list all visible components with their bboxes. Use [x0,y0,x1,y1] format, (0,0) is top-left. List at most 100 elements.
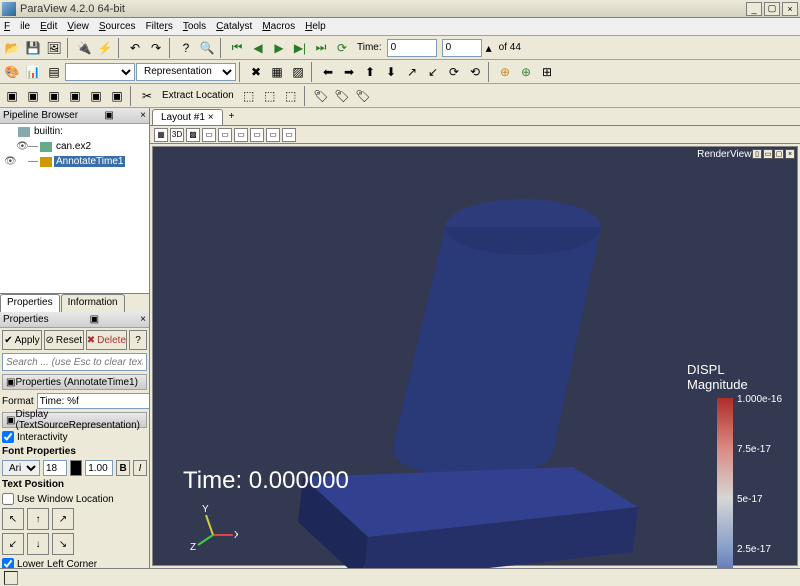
search-input[interactable] [2,353,147,371]
sel1-icon[interactable]: ⬚ [239,86,259,106]
open-icon[interactable]: 📂 [2,38,22,58]
pos-uc-button[interactable]: ↑ [27,508,49,530]
font-size-input[interactable] [43,460,67,476]
help-button[interactable]: ? [129,330,147,350]
pipeline-undock-icon[interactable]: ▣ [104,110,113,121]
color-by-icon[interactable]: 🎨 [2,62,22,82]
camera-plusy-icon[interactable]: ⬆ [360,62,380,82]
connect-icon[interactable]: 🔌 [74,38,94,58]
properties-undock-icon[interactable]: ▣ [90,314,99,325]
tree-item-annotatetime[interactable]: 👁 — AnnotateTime1 [0,154,149,169]
maximize-button[interactable]: ▢ [764,2,780,16]
time-frame-input[interactable] [442,39,482,57]
zoom-to-data-icon[interactable]: ⊕ [516,62,536,82]
reset-button[interactable]: ⊘ Reset [44,330,84,350]
camera-plusz-icon[interactable]: ↗ [402,62,422,82]
vt-sel3-icon[interactable]: ▭ [234,128,248,142]
vcr-next-icon[interactable]: ▶| [290,38,310,58]
vt-sel4-icon[interactable]: ▭ [250,128,264,142]
menu-tools[interactable]: Tools [183,21,206,32]
visibility-icon[interactable]: 👁 [4,156,16,167]
vcr-loop-icon[interactable]: ⟳ [332,38,352,58]
sel3-icon[interactable]: ⬚ [281,86,301,106]
find-data-icon[interactable]: 🔍 [197,38,217,58]
menu-file[interactable]: File [4,21,30,32]
vt-sel2-icon[interactable]: ▭ [218,128,232,142]
rotate-cw-icon[interactable]: ⟳ [444,62,464,82]
menu-view[interactable]: View [67,21,89,32]
tag1-icon[interactable]: 🏷 [311,86,331,106]
filter-cube3-icon[interactable]: ▣ [44,86,64,106]
save-screenshot-icon[interactable]: 🖼 [44,38,64,58]
filter-cube1-icon[interactable]: ▣ [2,86,22,106]
section-display[interactable]: ▣ Display (TextSourceRepresentation) [2,412,147,428]
menu-macros[interactable]: Macros [262,21,295,32]
time-value-input[interactable] [387,39,437,57]
save-icon[interactable]: 💾 [23,38,43,58]
vt-surf-icon[interactable]: ▩ [186,128,200,142]
camera-plusx-icon[interactable]: ⬅ [318,62,338,82]
split-v-icon[interactable]: ▭ [763,149,773,159]
undo-icon[interactable]: ↶ [125,38,145,58]
time-annotation[interactable]: Time: 0.000000 [183,467,349,495]
vcr-first-icon[interactable]: ⏮ [227,38,247,58]
lower-left-checkbox[interactable] [2,558,14,568]
vt-3d-icon[interactable]: 3D [170,128,184,142]
vt-sel5-icon[interactable]: ▭ [266,128,280,142]
vt-sel6-icon[interactable]: ▭ [282,128,296,142]
menu-edit[interactable]: Edit [40,21,57,32]
format-input[interactable] [37,393,149,409]
camera-minusy-icon[interactable]: ⬇ [381,62,401,82]
solid-color-select[interactable] [65,63,135,81]
help-icon[interactable]: ? [176,38,196,58]
filter-cube5-icon[interactable]: ▣ [86,86,106,106]
tab-information[interactable]: Information [61,294,125,312]
tag2-icon[interactable]: 🏷 [332,86,352,106]
tag3-icon[interactable]: 🏷 [353,86,373,106]
extract-location-icon[interactable]: ✂ [137,86,157,106]
rescale-icon[interactable]: 📊 [23,62,43,82]
split-h-icon[interactable]: ▯ [752,149,762,159]
tree-item-can[interactable]: 👁 — can.ex2 [0,139,149,154]
representation-select[interactable]: Representation [136,63,236,81]
layout-add-button[interactable]: + [223,109,241,124]
render-view[interactable]: RenderView1 ▯ ▭ ▢ × Time: 0.000000 [152,146,798,566]
rotate-ccw-icon[interactable]: ⟲ [465,62,485,82]
reset-camera-icon[interactable]: ⊕ [495,62,515,82]
pos-lc-button[interactable]: ↓ [27,533,49,555]
spinner-up-icon[interactable]: ▴ [483,38,495,58]
vt-sel1-icon[interactable]: ▭ [202,128,216,142]
tree-item-builtin[interactable]: builtin: [0,124,149,139]
italic-button[interactable]: I [133,460,147,476]
vcr-last-icon[interactable]: ⏭ [311,38,331,58]
sel2-icon[interactable]: ⬚ [260,86,280,106]
scalar-bar-icon[interactable]: ▤ [44,62,64,82]
delete-button[interactable]: ✖ Delete [86,330,127,350]
pos-ur-button[interactable]: ↗ [52,508,74,530]
pos-ul-button[interactable]: ↖ [2,508,24,530]
interactivity-checkbox[interactable] [2,431,14,443]
disconnect-icon[interactable]: ⚡ [95,38,115,58]
font-family-select[interactable]: Arial [2,460,40,476]
camera-minusx-icon[interactable]: ➡ [339,62,359,82]
font-color-button[interactable] [70,460,82,476]
menu-catalyst[interactable]: Catalyst [216,21,252,32]
redo-icon[interactable]: ↷ [146,38,166,58]
filter-cube2-icon[interactable]: ▣ [23,86,43,106]
axes-x-icon[interactable]: ✖ [246,62,266,82]
vt-grid-icon[interactable]: ▦ [154,128,168,142]
close-button[interactable]: × [782,2,798,16]
tab-properties[interactable]: Properties [0,294,60,312]
menu-filters[interactable]: Filters [146,21,173,32]
camera-minusz-icon[interactable]: ↙ [423,62,443,82]
properties-close-icon[interactable]: × [140,314,146,325]
axes-label-icon[interactable]: ▦ [267,62,287,82]
menu-sources[interactable]: Sources [99,21,136,32]
filter-cube4-icon[interactable]: ▣ [65,86,85,106]
maximize-view-icon[interactable]: ▢ [774,149,784,159]
bold-button[interactable]: B [116,460,130,476]
color-legend[interactable]: DISPL Magnitude 1.000e-16 7.5e-17 5e-17 … [687,362,777,568]
zoom-box-icon[interactable]: ⊞ [537,62,557,82]
vcr-prev-icon[interactable]: ◀ [248,38,268,58]
close-view-icon[interactable]: × [785,149,795,159]
